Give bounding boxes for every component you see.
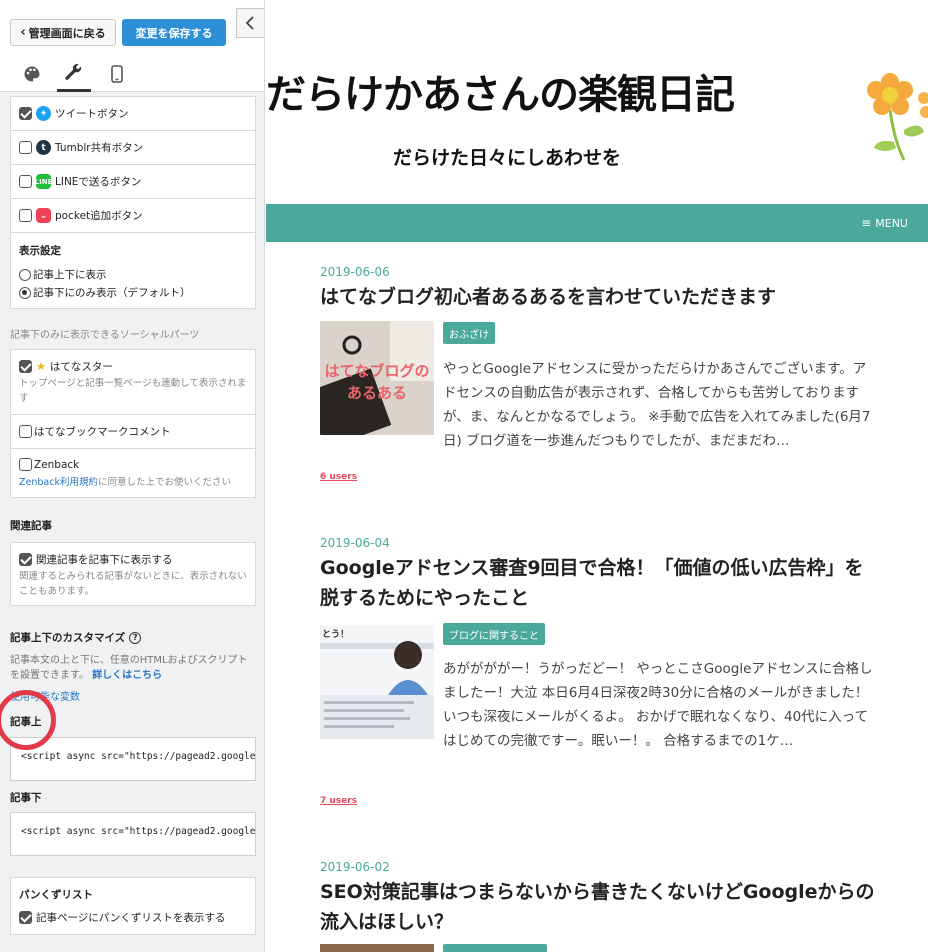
hatena-bookmark-option[interactable]: はてなブックマークコメント <box>10 414 256 449</box>
thumbnail-caption-line: あるある <box>346 384 407 402</box>
breadcrumb-option[interactable]: 記事ページにパンくずリストを表示する <box>19 910 225 925</box>
checkbox[interactable] <box>19 175 32 188</box>
thumbnail-image <box>320 625 434 739</box>
option-label: Zenback <box>34 458 80 471</box>
hatena-bookmark-count[interactable]: 7 users <box>320 796 357 806</box>
radio-option-both[interactable]: 記事上下に表示 <box>19 267 107 282</box>
option-note: に同意した上でお使いください <box>97 477 231 488</box>
tumblr-icon: t <box>36 140 51 155</box>
zenback-terms-link[interactable]: Zenback利用規約 <box>19 477 98 488</box>
breadcrumb-heading: パンくずリスト <box>19 889 94 901</box>
checkbox[interactable] <box>19 360 32 373</box>
option-label: 記事ページにパンくずリストを表示する <box>36 912 226 924</box>
customize-heading: 記事上下のカスタマイズ ? <box>10 630 142 645</box>
collapse-sidebar-button[interactable] <box>236 8 264 38</box>
menu-label: MENU <box>875 216 908 230</box>
option-note: トップページと記事一覧ページも連動して表示されます <box>19 378 247 404</box>
option-label: 記事下にのみ表示（デフォルト） <box>33 287 191 299</box>
smartphone-icon <box>111 65 123 83</box>
option-label: 関連記事を記事下に表示する <box>36 554 173 566</box>
post-date: 2019-06-06 <box>320 265 390 279</box>
bottom-only-heading: 記事下のみに表示できるソーシャルパーツ <box>10 330 200 341</box>
checkbox[interactable] <box>19 141 32 154</box>
post-excerpt: やっとGoogleアドセンスに受かっただらけかあさんでございます。アドセンスの自… <box>443 361 871 449</box>
tab-mobile[interactable] <box>100 56 134 92</box>
site-title[interactable]: だらけかあさんの楽観日記 <box>266 62 735 120</box>
thumbnail-caption: とう！ <box>322 630 350 640</box>
post-title[interactable]: はてなブログ初心者あるあるを言わせていただきます <box>320 282 880 312</box>
checkbox[interactable] <box>19 107 32 120</box>
chevron-left-icon: ‹ <box>20 25 26 40</box>
above-article-code-textarea[interactable]: <script async src="https://pagead2.googl… <box>10 737 256 781</box>
option-label: LINEで送るボタン <box>55 176 142 188</box>
hatena-star-option[interactable]: ★ はてなスター トップページと記事一覧ページも連動して表示されます <box>10 349 256 415</box>
category-tag[interactable] <box>443 944 547 952</box>
thumbnail-caption: はてなブログの あるある <box>320 360 434 404</box>
breadcrumb-group: パンくずリスト 記事ページにパンくずリストを表示する <box>10 877 256 935</box>
tab-customize[interactable] <box>57 56 91 92</box>
chevron-left-icon <box>245 16 254 30</box>
checkbox[interactable] <box>19 458 32 471</box>
save-changes-button[interactable]: 変更を保存する <box>122 19 226 46</box>
below-article-label: 記事下 <box>10 792 42 804</box>
customize-description: 記事本文の上と下に、任意のHTMLおよびスクリプトを設置できます。 詳しくはこち… <box>10 653 256 683</box>
site-description: だらけた日々にしあわせを <box>393 147 622 169</box>
post-date: 2019-06-02 <box>320 860 390 874</box>
share-option-tweet[interactable]: ✦ ツイートボタン <box>10 96 256 131</box>
menu-button[interactable]: ≡ MENU <box>861 216 908 230</box>
post-thumbnail[interactable]: はてなブログの あるある <box>320 321 434 435</box>
post-excerpt: あががががー！うがっだどー！ やっとこさGoogleアドセンスに合格しましたー！… <box>443 661 873 749</box>
back-to-admin-button[interactable]: ‹ 管理画面に戻る <box>10 19 116 46</box>
customizer-sidebar: ‹ 管理画面に戻る 変更を保存する ✦ ツイートボタン t Tumblr共有ボタ… <box>0 0 265 952</box>
customize-heading-text: 記事上下のカスタマイズ <box>10 632 126 644</box>
post-thumbnail[interactable] <box>320 944 434 952</box>
zenback-option[interactable]: Zenback Zenback利用規約に同意した上でお使いください <box>10 448 256 498</box>
option-label: Tumblr共有ボタン <box>55 142 144 154</box>
option-label: pocket追加ボタン <box>55 210 143 222</box>
wrench-icon <box>65 63 82 80</box>
checkbox[interactable] <box>19 209 32 222</box>
flower-illustration-icon <box>867 73 928 161</box>
thumbnail-caption-line: はてなブログの <box>324 362 430 380</box>
category-tag[interactable]: おふざけ <box>443 322 495 344</box>
detail-link[interactable]: 詳しくはこちら <box>92 670 162 681</box>
post-date: 2019-06-04 <box>320 536 390 550</box>
tab-design[interactable] <box>15 56 49 92</box>
share-option-tumblr[interactable]: t Tumblr共有ボタン <box>10 130 256 165</box>
post-title[interactable]: SEO対策記事はつまらないから書きたくないけどGoogleからの流入はほしい？ <box>320 877 880 937</box>
post-thumbnail[interactable]: とう！ <box>320 625 434 739</box>
help-icon[interactable]: ? <box>129 631 142 644</box>
back-button-label: 管理画面に戻る <box>28 26 106 40</box>
display-setting-heading: 表示設定 <box>19 245 61 257</box>
radio-button[interactable] <box>19 268 31 281</box>
checkbox[interactable] <box>19 553 32 566</box>
category-tag[interactable]: ブログに関すること <box>443 623 545 645</box>
pocket-icon: ⌄ <box>36 208 51 223</box>
checkbox[interactable] <box>19 911 32 924</box>
related-option[interactable]: 関連記事を記事下に表示する 関連するとみられる記事がないときに、表示されないこと… <box>10 542 256 606</box>
radio-button[interactable] <box>19 286 31 299</box>
hamburger-icon: ≡ <box>861 216 872 230</box>
twitter-icon: ✦ <box>36 106 51 121</box>
radio-option-bottom-only[interactable]: 記事下にのみ表示（デフォルト） <box>19 285 191 300</box>
global-navbar: ≡ MENU <box>266 204 928 242</box>
blog-preview: だらけかあさんの楽観日記 だらけた日々にしあわせを ≡ MENU 2019-06… <box>266 0 928 952</box>
option-label: ツイートボタン <box>55 108 129 120</box>
palette-icon <box>24 66 40 82</box>
star-icon: ★ <box>36 360 46 373</box>
display-setting-group: 表示設定 記事上下に表示 記事下にのみ表示（デフォルト） <box>10 232 256 309</box>
below-article-code-textarea[interactable]: <script async src="https://pagead2.googl… <box>10 812 256 856</box>
share-option-pocket[interactable]: ⌄ pocket追加ボタン <box>10 198 256 233</box>
checkbox[interactable] <box>19 425 32 438</box>
option-label: はてなブックマークコメント <box>34 426 171 438</box>
hatena-bookmark-count[interactable]: 6 users <box>320 472 357 482</box>
option-note: 関連するとみられる記事がないときに、表示されないこともあります。 <box>19 571 247 597</box>
customizer-header: ‹ 管理画面に戻る 変更を保存する <box>0 0 264 92</box>
option-label: 記事上下に表示 <box>33 269 107 281</box>
related-heading: 関連記事 <box>10 520 52 532</box>
post-title[interactable]: Googleアドセンス審査9回目で合格！「価値の低い広告枠」を脱するためにやった… <box>320 553 880 613</box>
option-label: はてなスター <box>49 361 113 373</box>
line-icon: LINE <box>35 174 52 189</box>
share-option-line[interactable]: LINE LINEで送るボタン <box>10 164 256 199</box>
